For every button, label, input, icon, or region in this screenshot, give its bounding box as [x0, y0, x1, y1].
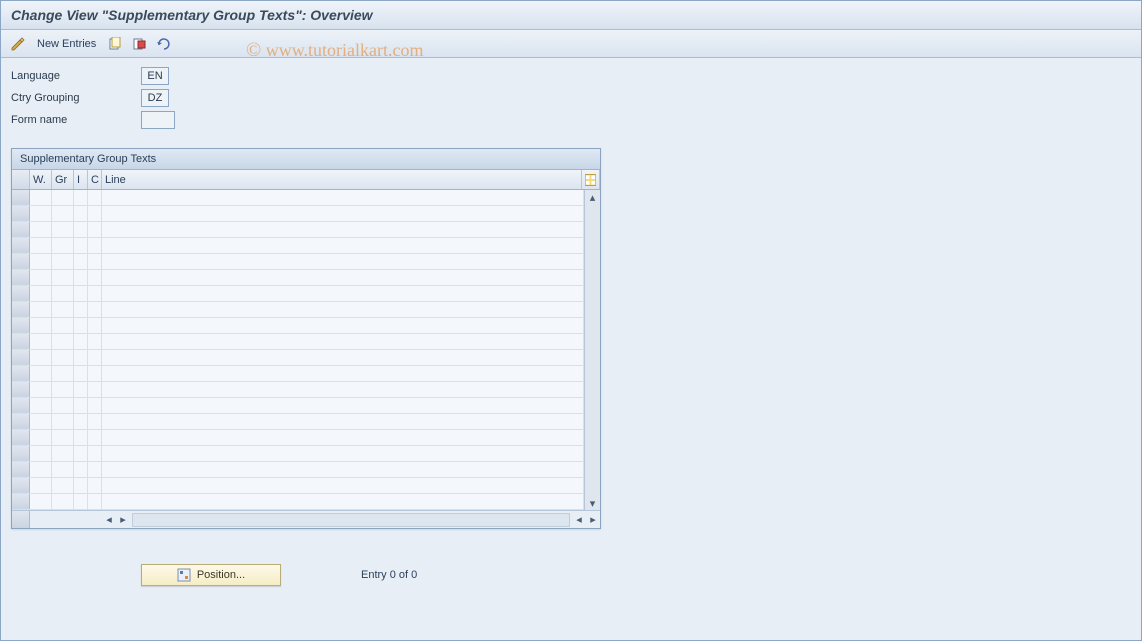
scroll-up-icon[interactable]: ▴ [586, 190, 600, 204]
column-w[interactable]: W. [30, 170, 52, 189]
content-area: Language Ctry Grouping Form name Supplem… [1, 58, 1141, 594]
column-i[interactable]: I [74, 170, 88, 189]
table-row[interactable] [12, 318, 584, 334]
table-row[interactable] [12, 414, 584, 430]
position-button[interactable]: Position... [141, 564, 281, 586]
hscroll-right-end-icon[interactable]: ▸ [586, 513, 600, 527]
ctry-grouping-label: Ctry Grouping [11, 92, 141, 104]
column-c[interactable]: C [88, 170, 102, 189]
position-icon [177, 568, 191, 582]
table-row[interactable] [12, 190, 584, 206]
column-selector[interactable] [12, 170, 30, 189]
table-row[interactable] [12, 382, 584, 398]
table-body: ▴ ▾ [12, 190, 600, 510]
position-button-label: Position... [197, 569, 245, 581]
copy-as-icon[interactable] [106, 35, 124, 53]
table-row[interactable] [12, 430, 584, 446]
table-settings-icon[interactable] [582, 170, 600, 189]
horizontal-scrollbar[interactable] [132, 513, 570, 527]
table-header: W. Gr I C Line [12, 170, 600, 190]
ctry-grouping-field[interactable] [141, 89, 169, 107]
new-entries-button[interactable]: New Entries [33, 36, 100, 52]
undo-change-icon[interactable] [154, 35, 172, 53]
horizontal-scroll-row: ◂ ▸ ◂ ▸ [12, 510, 600, 528]
form-name-field[interactable] [141, 111, 175, 129]
table-row[interactable] [12, 446, 584, 462]
table-row[interactable] [12, 366, 584, 382]
vertical-scrollbar[interactable]: ▴ ▾ [584, 190, 600, 510]
table-row[interactable] [12, 254, 584, 270]
table-row[interactable] [12, 302, 584, 318]
hscroll-right-icon[interactable]: ◂ [572, 513, 586, 527]
column-line[interactable]: Line [102, 170, 582, 189]
table-row[interactable] [12, 398, 584, 414]
page-title: Change View "Supplementary Group Texts":… [1, 1, 1141, 30]
toolbar: New Entries [1, 30, 1141, 58]
toggle-display-change-icon[interactable] [9, 35, 27, 53]
table-row[interactable] [12, 478, 584, 494]
table-container: Supplementary Group Texts W. Gr I C Line… [11, 148, 601, 529]
entry-status: Entry 0 of 0 [361, 569, 417, 581]
table-row[interactable] [12, 334, 584, 350]
table-row[interactable] [12, 270, 584, 286]
table-row[interactable] [12, 206, 584, 222]
table-title: Supplementary Group Texts [12, 149, 600, 170]
table-row[interactable] [12, 222, 584, 238]
language-field[interactable] [141, 67, 169, 85]
column-gr[interactable]: Gr [52, 170, 74, 189]
hscroll-left-start-icon[interactable]: ◂ [102, 513, 116, 527]
table-row[interactable] [12, 494, 584, 510]
table-row[interactable] [12, 286, 584, 302]
hscroll-left-icon[interactable]: ▸ [116, 513, 130, 527]
scroll-down-icon[interactable]: ▾ [586, 496, 600, 510]
table-row[interactable] [12, 350, 584, 366]
language-label: Language [11, 70, 141, 82]
table-row[interactable] [12, 238, 584, 254]
table-row[interactable] [12, 462, 584, 478]
form-name-label: Form name [11, 114, 141, 126]
delete-icon[interactable] [130, 35, 148, 53]
